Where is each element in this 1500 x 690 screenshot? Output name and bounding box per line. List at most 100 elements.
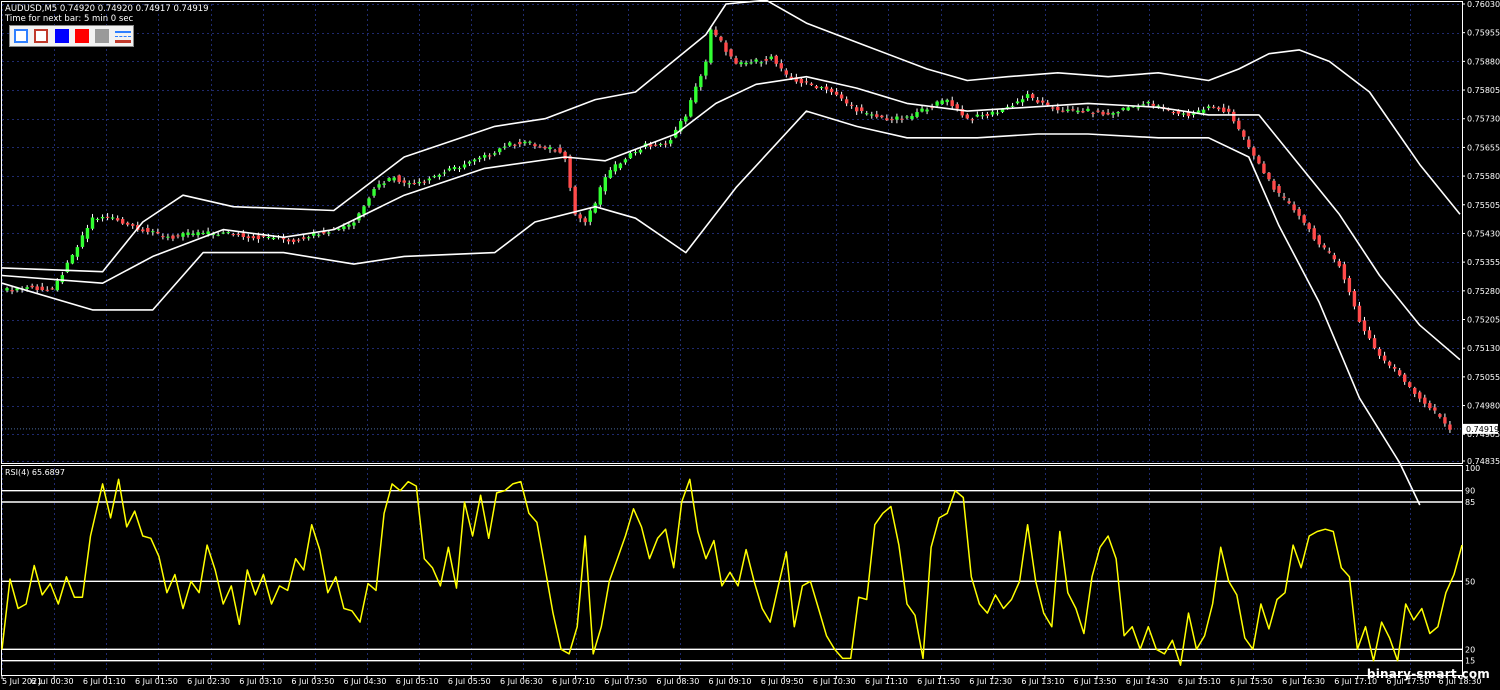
candle-body xyxy=(1392,366,1397,369)
bull-candle xyxy=(689,97,693,118)
time-tick-label: 6 Jul 06:30 xyxy=(500,677,543,686)
bear-candle xyxy=(1387,360,1392,369)
candle-body xyxy=(1121,108,1125,110)
price-tick-label: 0.75355 xyxy=(1467,258,1500,267)
candle-body xyxy=(226,232,230,234)
fill-red-button[interactable] xyxy=(75,29,89,43)
candle-body xyxy=(1438,414,1442,417)
candle-body xyxy=(477,157,482,160)
bear-candle xyxy=(1106,109,1110,116)
candle-body xyxy=(804,81,809,83)
bar-timer-label: Time for next bar: 5 min 0 sec xyxy=(5,14,134,24)
bear-candle xyxy=(1307,222,1311,233)
bear-candle xyxy=(1211,104,1216,109)
bull-candle xyxy=(694,83,698,104)
candle-body xyxy=(905,116,909,118)
bull-candle xyxy=(452,165,457,171)
time-tick-label: 6 Jul 14:30 xyxy=(1126,677,1169,686)
candle-body xyxy=(422,181,427,183)
candle-body xyxy=(291,239,296,242)
chart-canvas: 0.76030 0.75955 0.75880 0.75805 0.75730 0.756… xyxy=(1,0,1500,686)
candle-body xyxy=(1056,106,1060,111)
bollinger-middle-band xyxy=(1,75,1461,361)
symbol-info-label: AUDUSD,M5 0.74920 0.74920 0.74917 0.7491… xyxy=(5,4,209,14)
bear-candle xyxy=(45,286,49,292)
bull-candle xyxy=(437,173,442,180)
time-tick-label: 6 Jul 02:30 xyxy=(187,677,230,686)
grid xyxy=(2,4,1463,672)
candle-body xyxy=(382,183,386,185)
candle-body xyxy=(769,56,773,60)
bull-candle xyxy=(417,178,421,186)
candle-body xyxy=(1397,370,1402,376)
bear-candle xyxy=(125,221,130,227)
candle-body xyxy=(286,239,291,242)
rect-outline-red-button[interactable] xyxy=(34,29,48,43)
fill-blue-button[interactable] xyxy=(55,29,69,43)
bull-candle xyxy=(658,142,663,147)
candle-body xyxy=(814,86,819,89)
bear-candle xyxy=(120,217,125,225)
rect-outline-blue-button[interactable] xyxy=(14,29,28,43)
bear-candle xyxy=(30,283,34,289)
candle-body xyxy=(1433,407,1437,411)
bear-candle xyxy=(422,179,427,186)
candle-body xyxy=(1066,109,1070,111)
price-tick-label: 0.75730 xyxy=(1467,115,1500,124)
bull-candle xyxy=(1086,106,1090,112)
candle-body xyxy=(1307,223,1311,230)
bull-candle xyxy=(1020,95,1025,107)
candle-body xyxy=(518,141,522,145)
candle-body xyxy=(739,62,743,65)
bull-candle xyxy=(462,160,467,170)
candle-body xyxy=(719,36,723,41)
bull-candle xyxy=(668,137,673,147)
bear-candle xyxy=(839,91,844,101)
candle-body xyxy=(965,114,969,119)
rsi-tick-label: 50 xyxy=(1465,577,1475,586)
line-style-button[interactable] xyxy=(115,29,131,43)
candle-body xyxy=(1051,107,1055,109)
bear-candle xyxy=(578,212,582,223)
candle-body xyxy=(181,233,185,237)
bear-candle xyxy=(1433,404,1437,414)
candle-body xyxy=(1272,180,1276,190)
price-axis: 0.76030 0.75955 0.75880 0.75805 0.75730 0.756… xyxy=(1462,0,1500,466)
bear-candle xyxy=(1352,289,1357,310)
bull-candle xyxy=(699,74,703,91)
bear-candle xyxy=(1397,367,1402,377)
candle-body xyxy=(749,62,753,64)
candle-body xyxy=(442,172,447,174)
bull-candle xyxy=(196,229,200,238)
bear-candle xyxy=(1392,364,1397,372)
bull-candle xyxy=(80,231,85,249)
candle-body xyxy=(1297,209,1301,216)
candle-body xyxy=(925,109,929,112)
bear-candle xyxy=(719,35,723,43)
rsi-tick-label: 15 xyxy=(1465,657,1475,666)
bull-candle xyxy=(905,115,909,120)
candle-body xyxy=(684,116,688,122)
candle-body xyxy=(482,155,487,158)
time-tick-label: 6 Jul 09:50 xyxy=(761,677,804,686)
candle-body xyxy=(10,290,14,292)
bull-candle xyxy=(1025,90,1030,101)
bear-candle xyxy=(1297,207,1301,220)
bull-candle xyxy=(442,169,447,177)
candle-body xyxy=(870,114,874,116)
candle-body xyxy=(1116,112,1120,114)
candle-body xyxy=(1206,106,1211,109)
fill-gray-button[interactable] xyxy=(95,29,109,43)
candle-body xyxy=(1337,261,1342,267)
candle-body xyxy=(668,140,673,144)
candle-body xyxy=(301,237,306,239)
bull-candle xyxy=(865,110,869,116)
bull-candle xyxy=(588,207,592,226)
candle-body xyxy=(920,108,924,112)
bull-candle xyxy=(1196,107,1201,114)
rsi-tick-label: 100 xyxy=(1465,464,1480,473)
candle-body xyxy=(970,119,975,121)
candle-body xyxy=(1327,251,1331,253)
candle-body xyxy=(392,177,396,181)
candle-body xyxy=(568,156,572,188)
